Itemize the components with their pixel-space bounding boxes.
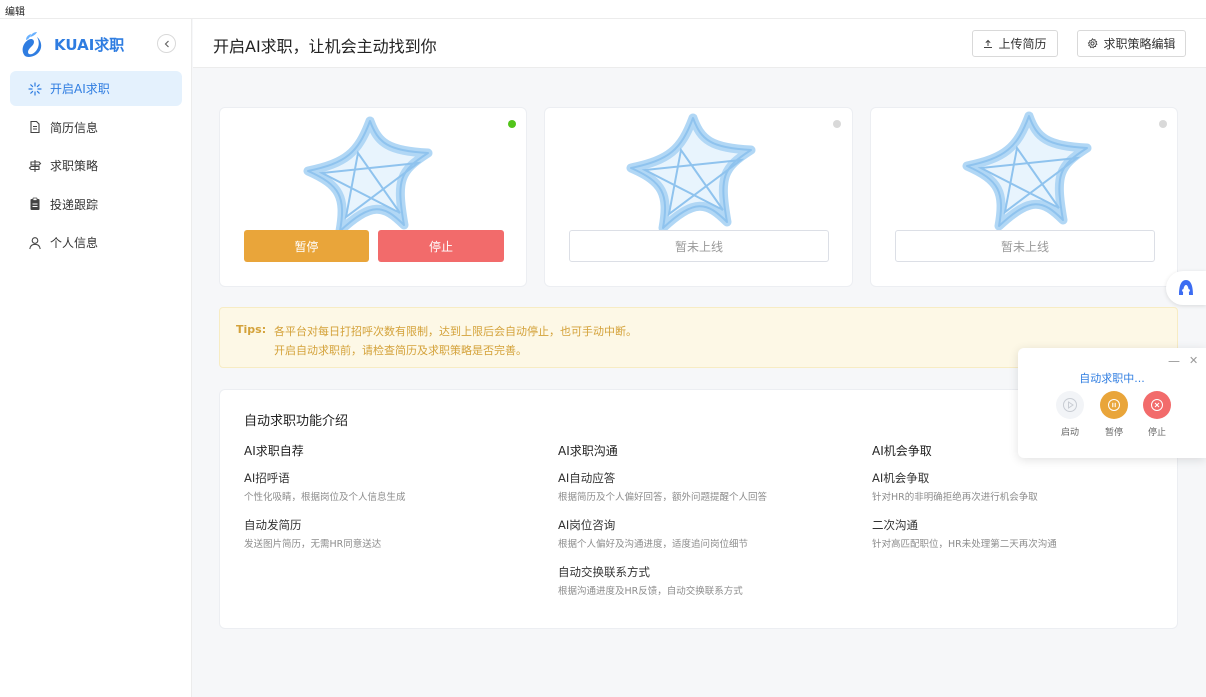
collapse-sidebar-button[interactable] (157, 34, 176, 53)
platform-card-1: 暂停 停止 (219, 107, 527, 287)
platform-star-logo-icon (962, 111, 1092, 231)
stop-label: 停止 (1147, 428, 1166, 438)
sidebar-item-resume[interactable]: 简历信息 (10, 110, 182, 145)
stop-control[interactable]: 停止 (1137, 391, 1177, 438)
upload-icon (984, 39, 993, 48)
start-label: 启动 (1060, 428, 1079, 438)
status-dot-inactive (1159, 120, 1167, 128)
feature-name: 自动发简历 (244, 518, 302, 532)
sparkle-icon (28, 81, 42, 96)
sidebar-item-tracking[interactable]: 投递跟踪 (10, 187, 182, 222)
feature-name: 二次沟通 (872, 518, 918, 532)
assistant-logo-icon (1179, 280, 1193, 295)
brand-name: KUAI求职 (54, 35, 125, 54)
start-button[interactable] (1056, 391, 1084, 419)
upload-resume-label: 上传简历 (998, 37, 1047, 51)
stop-button[interactable]: 停止 (378, 230, 504, 262)
feature-desc: 针对HR的非明确拒绝再次进行机会争取 (872, 492, 1038, 503)
feature-column-1: AI求职自荐 AI招呼语 个性化吸睛，根据岗位及个人信息生成 自动发简历 发送图… (244, 442, 534, 564)
user-icon (28, 236, 42, 250)
gear-icon (1088, 38, 1099, 49)
feature-name: AI机会争取 (872, 471, 930, 485)
platform-star-logo-icon (303, 116, 433, 236)
column-title: AI求职自荐 (244, 444, 304, 458)
offline-button: 暂未上线 (895, 230, 1155, 262)
pause-button[interactable]: 暂停 (244, 230, 369, 262)
feature-item: 自动交换联系方式 根据沟通进度及HR反馈，自动交换联系方式 (558, 564, 848, 597)
feature-desc: 根据沟通进度及HR反馈，自动交换联系方式 (558, 586, 743, 597)
stop-label: 停止 (428, 239, 453, 254)
chevron-left-icon (164, 40, 169, 47)
feature-item: AI岗位咨询 根据个人偏好及沟通进度，适度追问岗位细节 (558, 517, 848, 550)
sidebar-item-label: 简历信息 (50, 120, 99, 135)
status-dot-active (508, 120, 516, 128)
feature-item: 二次沟通 针对高匹配职位，HR未处理第二天再次沟通 (872, 517, 1162, 550)
platform-card-3: 暂未上线 (870, 107, 1178, 287)
pause-control[interactable]: 暂停 (1094, 391, 1134, 438)
auto-job-control-panel: — ✕ 自动求职中... 启动 暂停 停止 (1018, 348, 1206, 458)
pause-label: 暂停 (1104, 428, 1123, 438)
document-icon (28, 120, 42, 134)
sidebar-item-start-ai[interactable]: 开启AI求职 (10, 71, 182, 106)
stop-round-button[interactable] (1143, 391, 1171, 419)
sidebar: KUAI求职 开启AI求职 简历信息 求职策略 投递跟踪 个人信息 (0, 19, 192, 697)
tips-label: Tips: (236, 323, 267, 336)
sidebar-item-label: 开启AI求职 (50, 82, 110, 96)
page-header: 开启AI求职，让机会主动找到你 上传简历 求职策略编辑 (193, 19, 1206, 68)
upload-resume-button[interactable]: 上传简历 (972, 30, 1058, 57)
feature-name: 自动交换联系方式 (558, 565, 650, 579)
status-dot-inactive (833, 120, 841, 128)
feature-item: AI招呼语 个性化吸睛，根据岗位及个人信息生成 (244, 470, 534, 503)
offline-button: 暂未上线 (569, 230, 829, 262)
pause-label: 暂停 (294, 239, 319, 254)
sidebar-item-label: 投递跟踪 (50, 197, 99, 212)
offline-label: 暂未上线 (674, 239, 723, 254)
platform-card-2: 暂未上线 (544, 107, 853, 287)
minimize-icon[interactable]: — (1168, 354, 1180, 368)
platform-star-logo-icon (626, 113, 756, 233)
feature-column-3: AI机会争取 AI机会争取 针对HR的非明确拒绝再次进行机会争取 二次沟通 针对… (872, 442, 1162, 564)
tips-line-2: 开启自动求职前，请检查简历及求职策略是否完善。 (274, 344, 527, 357)
feature-desc: 根据简历及个人偏好回答，额外问题提醒个人回答 (558, 492, 768, 503)
tips-line-1: 各平台对每日打招呼次数有限制，达到上限后会自动停止，也可手动中断。 (274, 325, 637, 338)
menu-bar: 编辑 (0, 0, 1206, 18)
section-title: 自动求职功能介绍 (244, 414, 349, 429)
feature-name: AI岗位咨询 (558, 518, 616, 532)
sidebar-item-strategy[interactable]: 求职策略 (10, 148, 182, 183)
play-icon (1063, 398, 1077, 412)
feature-item: AI自动应答 根据简历及个人偏好回答，额外问题提醒个人回答 (558, 470, 848, 503)
close-icon[interactable]: ✕ (1189, 354, 1198, 367)
page-title: 开启AI求职，让机会主动找到你 (213, 37, 437, 56)
menu-edit[interactable]: 编辑 (5, 7, 25, 18)
sidebar-nav: 开启AI求职 简历信息 求职策略 投递跟踪 个人信息 (10, 71, 182, 264)
feature-desc: 针对高匹配职位，HR未处理第二天再次沟通 (872, 539, 1057, 550)
start-control[interactable]: 启动 (1050, 391, 1090, 438)
feature-desc: 发送图片简历，无需HR同意送达 (244, 539, 382, 550)
feature-desc: 个性化吸睛，根据岗位及个人信息生成 (244, 492, 406, 503)
brand: KUAI求职 (20, 29, 124, 59)
clipboard-icon (28, 197, 42, 211)
column-title: AI求职沟通 (558, 444, 618, 458)
sidebar-item-profile[interactable]: 个人信息 (10, 225, 182, 260)
feature-name: AI招呼语 (244, 471, 290, 485)
edit-strategy-button[interactable]: 求职策略编辑 (1077, 30, 1186, 57)
pause-icon (1108, 399, 1120, 411)
stop-icon (1151, 399, 1163, 411)
pause-round-button[interactable] (1100, 391, 1128, 419)
sidebar-item-label: 个人信息 (50, 236, 99, 250)
edit-strategy-label: 求职策略编辑 (1103, 37, 1176, 51)
offline-label: 暂未上线 (1000, 239, 1049, 254)
feature-desc: 根据个人偏好及沟通进度，适度追问岗位细节 (558, 539, 749, 550)
brand-logo (22, 32, 42, 57)
app-window: KUAI求职 开启AI求职 简历信息 求职策略 投递跟踪 个人信息 开启AI求职… (0, 18, 1206, 697)
signpost-icon (28, 159, 42, 173)
feature-item: 自动发简历 发送图片简历，无需HR同意送达 (244, 517, 534, 550)
feature-column-2: AI求职沟通 AI自动应答 根据简历及个人偏好回答，额外问题提醒个人回答 AI岗… (558, 442, 848, 611)
assistant-button[interactable] (1166, 271, 1206, 305)
feature-name: AI自动应答 (558, 471, 616, 485)
panel-status-title: 自动求职中... (1079, 372, 1145, 385)
feature-item: AI机会争取 针对HR的非明确拒绝再次进行机会争取 (872, 470, 1162, 503)
sidebar-item-label: 求职策略 (50, 159, 99, 173)
